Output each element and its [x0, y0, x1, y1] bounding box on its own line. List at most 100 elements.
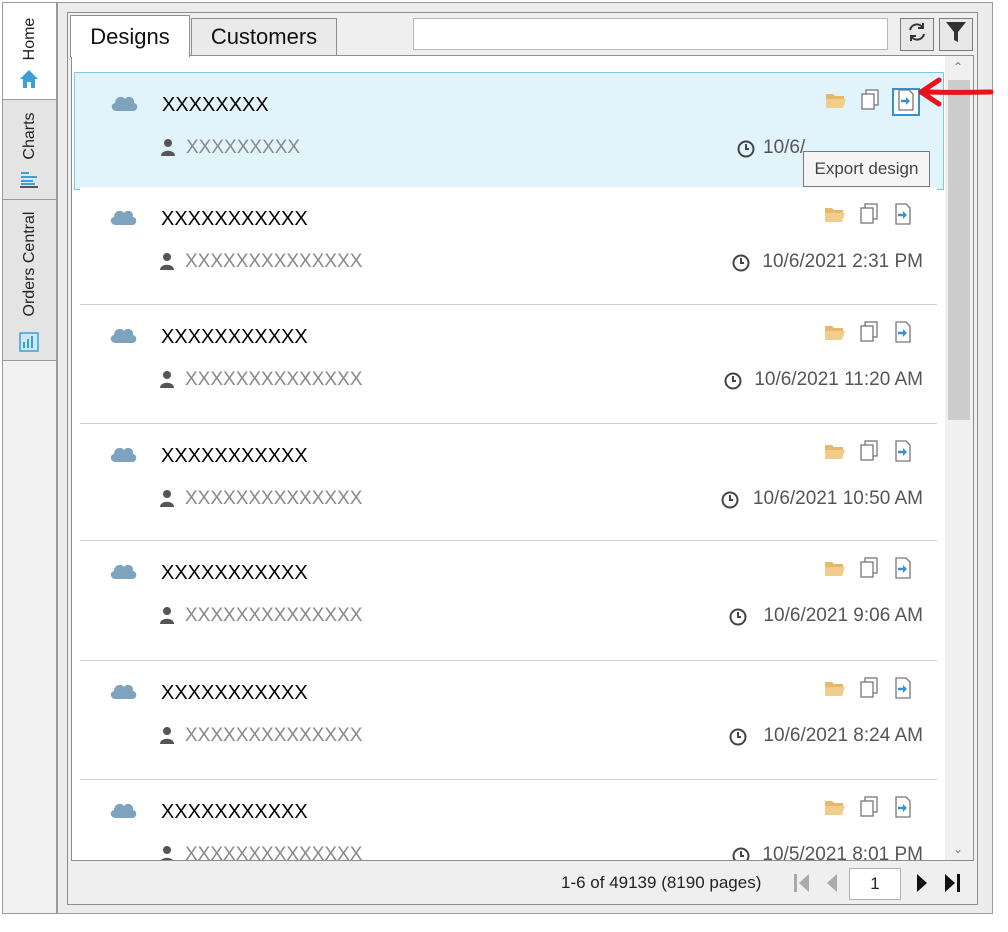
- export-icon: [897, 88, 915, 116]
- clock-icon: [737, 140, 755, 163]
- copy-design-button[interactable]: [857, 676, 881, 704]
- orders-icon: [17, 330, 41, 359]
- cloud-icon: [108, 680, 138, 705]
- design-name: XXXXXXXX: [162, 94, 269, 116]
- design-user: XXXXXXXXXXXXXX: [185, 605, 363, 626]
- design-user: XXXXXXXXXXXXXX: [185, 251, 363, 272]
- design-date: 10/6/2021 8:24 AM: [763, 725, 923, 746]
- export-icon: [894, 439, 912, 467]
- cloud-icon: [108, 324, 138, 349]
- copy-design-button[interactable]: [857, 202, 881, 230]
- copy-icon: [859, 556, 879, 584]
- open-folder-button[interactable]: [823, 797, 847, 821]
- copy-design-button[interactable]: [857, 795, 881, 821]
- clock-icon: [724, 372, 742, 395]
- side-navigation: Home Charts Orders Central: [2, 2, 57, 914]
- design-name: XXXXXXXXXXX: [161, 326, 308, 348]
- search-input[interactable]: [413, 18, 888, 50]
- design-user: XXXXXXXXXXXXXX: [185, 369, 363, 390]
- last-page-button[interactable]: [940, 873, 964, 897]
- scroll-down-icon[interactable]: ⌄: [953, 842, 963, 856]
- nav-tab-orders-central-label: Orders Central: [20, 211, 38, 317]
- user-icon: [159, 370, 175, 393]
- folder-icon: [824, 442, 846, 465]
- folder-icon: [824, 205, 846, 228]
- cloud-icon: [108, 560, 138, 585]
- scroll-up-icon[interactable]: ⌃: [953, 60, 963, 74]
- folder-icon: [825, 91, 847, 114]
- copy-design-button[interactable]: [857, 439, 881, 465]
- open-folder-button[interactable]: [823, 678, 847, 702]
- main-panel: Designs Customers XXXXXXXX XXXXXXXXX 10/6/…: [57, 2, 993, 914]
- refresh-button[interactable]: [900, 18, 934, 51]
- first-page-button[interactable]: [790, 873, 814, 897]
- annotation-arrow: [915, 74, 995, 115]
- nav-tab-charts[interactable]: Charts: [3, 100, 56, 200]
- clock-icon: [729, 728, 747, 751]
- designs-container: Designs Customers XXXXXXXX XXXXXXXXX 10/6/…: [67, 12, 978, 905]
- cloud-icon: [109, 92, 139, 117]
- next-page-button[interactable]: [910, 873, 934, 897]
- design-date: 10/6/2021 2:31 PM: [762, 251, 923, 272]
- nav-tab-home-label: Home: [20, 17, 38, 61]
- design-row[interactable]: XXXXXXXXXXX XXXXXXXXXXXXXX 10/6/2021 9:06 …: [80, 541, 937, 661]
- export-icon: [894, 556, 912, 584]
- copy-design-button[interactable]: [858, 88, 882, 114]
- copy-icon: [859, 202, 879, 230]
- design-user: XXXXXXXXXXXXXX: [185, 844, 363, 861]
- export-design-button[interactable]: [891, 795, 915, 821]
- export-design-button[interactable]: [891, 439, 915, 467]
- user-icon: [159, 606, 175, 629]
- user-icon: [159, 489, 175, 512]
- export-design-button[interactable]: [891, 202, 915, 230]
- open-folder-button[interactable]: [823, 204, 847, 228]
- nav-tab-home[interactable]: Home: [3, 3, 56, 100]
- refresh-icon: [905, 20, 929, 49]
- export-design-button[interactable]: [891, 676, 915, 702]
- open-folder-button[interactable]: [824, 90, 848, 114]
- design-row[interactable]: XXXXXXXXXXX XXXXXXXXXXXXXX 10/6/2021 11:20…: [80, 305, 937, 424]
- design-name: XXXXXXXXXXX: [161, 445, 308, 467]
- design-row[interactable]: XXXXXXXXXXX XXXXXXXXXXXXXX 10/6/2021 8:24 …: [80, 661, 937, 780]
- user-icon: [160, 138, 176, 161]
- design-date: 10/6/2021 11:20 AM: [754, 369, 923, 390]
- tab-customers[interactable]: Customers: [191, 18, 337, 55]
- user-icon: [159, 252, 175, 275]
- export-icon: [894, 202, 912, 230]
- next-page-icon: [912, 872, 932, 899]
- design-user: XXXXXXXXX: [186, 137, 301, 158]
- export-icon: [894, 320, 912, 348]
- copy-design-button[interactable]: [857, 320, 881, 348]
- cloud-icon: [108, 206, 138, 231]
- export-design-button[interactable]: [891, 556, 915, 584]
- design-row[interactable]: XXXXXXXXXXX XXXXXXXXXXXXXX 10/6/2021 10:50…: [80, 424, 937, 541]
- previous-page-button[interactable]: [820, 873, 844, 897]
- nav-tab-charts-label: Charts: [20, 112, 38, 160]
- open-folder-button[interactable]: [823, 558, 847, 582]
- tab-designs[interactable]: Designs: [70, 15, 190, 57]
- copy-design-button[interactable]: [857, 556, 881, 584]
- tab-customers-label: Customers: [210, 24, 318, 49]
- page-number-input[interactable]: [849, 868, 901, 900]
- cloud-icon: [108, 443, 138, 468]
- folder-icon: [824, 679, 846, 702]
- scrollbar-thumb[interactable]: [948, 80, 970, 420]
- design-user: XXXXXXXXXXXXXX: [185, 488, 363, 509]
- filter-button[interactable]: [939, 18, 973, 51]
- clock-icon: [721, 491, 739, 514]
- copy-icon: [859, 320, 879, 348]
- open-folder-button[interactable]: [823, 322, 847, 346]
- export-design-button[interactable]: [891, 320, 915, 348]
- clock-icon: [729, 608, 747, 631]
- design-row[interactable]: XXXXXXXXXXX XXXXXXXXXXXXXX 10/6/2021 2:31 …: [80, 187, 937, 305]
- user-icon: [159, 726, 175, 749]
- design-row[interactable]: XXXXXXXXXXX XXXXXXXXXXXXXX 10/5/2021 8:01 …: [80, 780, 937, 861]
- design-date: 10/6/2021 10:50 AM: [752, 488, 923, 509]
- copy-icon: [859, 676, 879, 704]
- export-design-tooltip: Export design: [803, 151, 930, 187]
- open-folder-button[interactable]: [823, 441, 847, 465]
- design-date: 10/5/2021 8:01 PM: [762, 844, 923, 861]
- design-name: XXXXXXXXXXX: [161, 208, 308, 230]
- vertical-scrollbar[interactable]: ⌃ ⌄: [945, 56, 973, 860]
- nav-tab-orders-central[interactable]: Orders Central: [3, 200, 56, 361]
